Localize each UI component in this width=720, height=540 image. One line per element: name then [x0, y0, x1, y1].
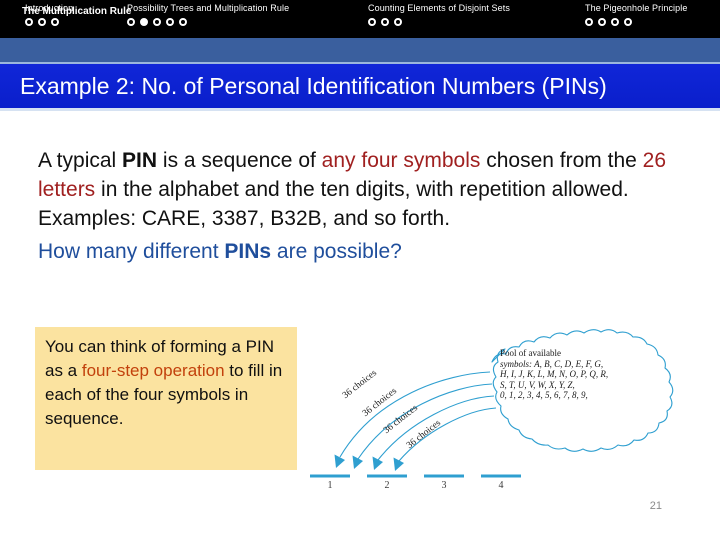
nav-dot[interactable] [611, 18, 619, 26]
body-question: How many different PINs are possible? [38, 237, 688, 267]
pin-choices-diagram: Pool of available symbols: A, B, C, D, E… [296, 326, 708, 502]
nav-progress-dots [25, 18, 73, 26]
cloud-line-3: 0, 1, 2, 3, 4, 5, 6, 7, 8, 9, [500, 390, 588, 400]
nav-progress-dots [368, 18, 510, 26]
nav-dot-active[interactable] [140, 18, 148, 26]
nav-dot[interactable] [25, 18, 33, 26]
nav-dot[interactable] [153, 18, 161, 26]
slot-number-4: 4 [498, 480, 504, 491]
body-paragraph: A typical PIN is a sequence of any four … [38, 146, 688, 233]
nav-dot[interactable] [585, 18, 593, 26]
text-run-6: in the alphabet and the ten digits, with… [38, 178, 629, 230]
cloud-line-1: H, I, J, K, L, M, N, O, P, Q, R, [500, 369, 609, 379]
nav-section-2[interactable]: Counting Elements of Disjoint Sets [368, 2, 510, 26]
nav-dot[interactable] [381, 18, 389, 26]
cloud-line-0: symbols: A, B, C, D, E, F, G, [500, 358, 604, 369]
nav-section-label: Possibility Trees and Multiplication Rul… [127, 3, 290, 13]
callout-text: You can think of forming a PIN as a four… [45, 335, 287, 431]
text-run-2: is a sequence of [157, 149, 322, 172]
text-run-1: four-step operation [81, 361, 225, 380]
nav-dot[interactable] [38, 18, 46, 26]
nav-section-label: Counting Elements of Disjoint Sets [368, 3, 510, 13]
page-title: Example 2: No. of Personal Identificatio… [20, 73, 607, 99]
page-number: 21 [649, 500, 662, 512]
text-run-4: chosen from the [480, 149, 643, 172]
title-underline [0, 108, 720, 111]
nav-dot[interactable] [624, 18, 632, 26]
nav-progress-dots [585, 18, 687, 26]
slot-number-1: 1 [327, 480, 333, 491]
nav-dot[interactable] [179, 18, 187, 26]
text-run-0: A typical [38, 149, 123, 172]
text-run-0: How many different [38, 240, 225, 263]
symbol-pool-text: Pool of available symbols: A, B, C, D, E… [500, 348, 690, 401]
slot-number-3: 3 [441, 480, 447, 491]
cloud-line-2: S, T, U, V, W, X, Y, Z, [500, 379, 575, 390]
nav-section-1[interactable]: Possibility Trees and Multiplication Rul… [127, 2, 289, 26]
text-run-1: PIN [122, 149, 158, 172]
slide-body: A typical PIN is a sequence of any four … [38, 146, 688, 267]
section-subheader-bar [0, 38, 720, 64]
nav-progress-dots [127, 18, 289, 26]
text-run-3: any four symbols [321, 149, 481, 172]
slot-number-2: 2 [384, 480, 390, 491]
nav-dot[interactable] [166, 18, 174, 26]
cloud-heading: Pool of available [500, 348, 561, 358]
nav-section-label: The Pigeonhole Principle [585, 3, 688, 13]
slide-title-bar: Example 2: No. of Personal Identificatio… [0, 64, 720, 108]
arrowheads [334, 454, 404, 471]
nav-section-3[interactable]: The Pigeonhole Principle [585, 2, 687, 26]
nav-dot[interactable] [598, 18, 606, 26]
section-subheader-label: The Multiplication Rule [22, 6, 132, 17]
nav-dot[interactable] [127, 18, 135, 26]
nav-dot[interactable] [394, 18, 402, 26]
text-run-1: PINs [224, 240, 272, 263]
callout-box: You can think of forming a PIN as a four… [35, 327, 297, 470]
text-run-2: are possible? [271, 240, 402, 263]
nav-dot[interactable] [51, 18, 59, 26]
nav-dot[interactable] [368, 18, 376, 26]
